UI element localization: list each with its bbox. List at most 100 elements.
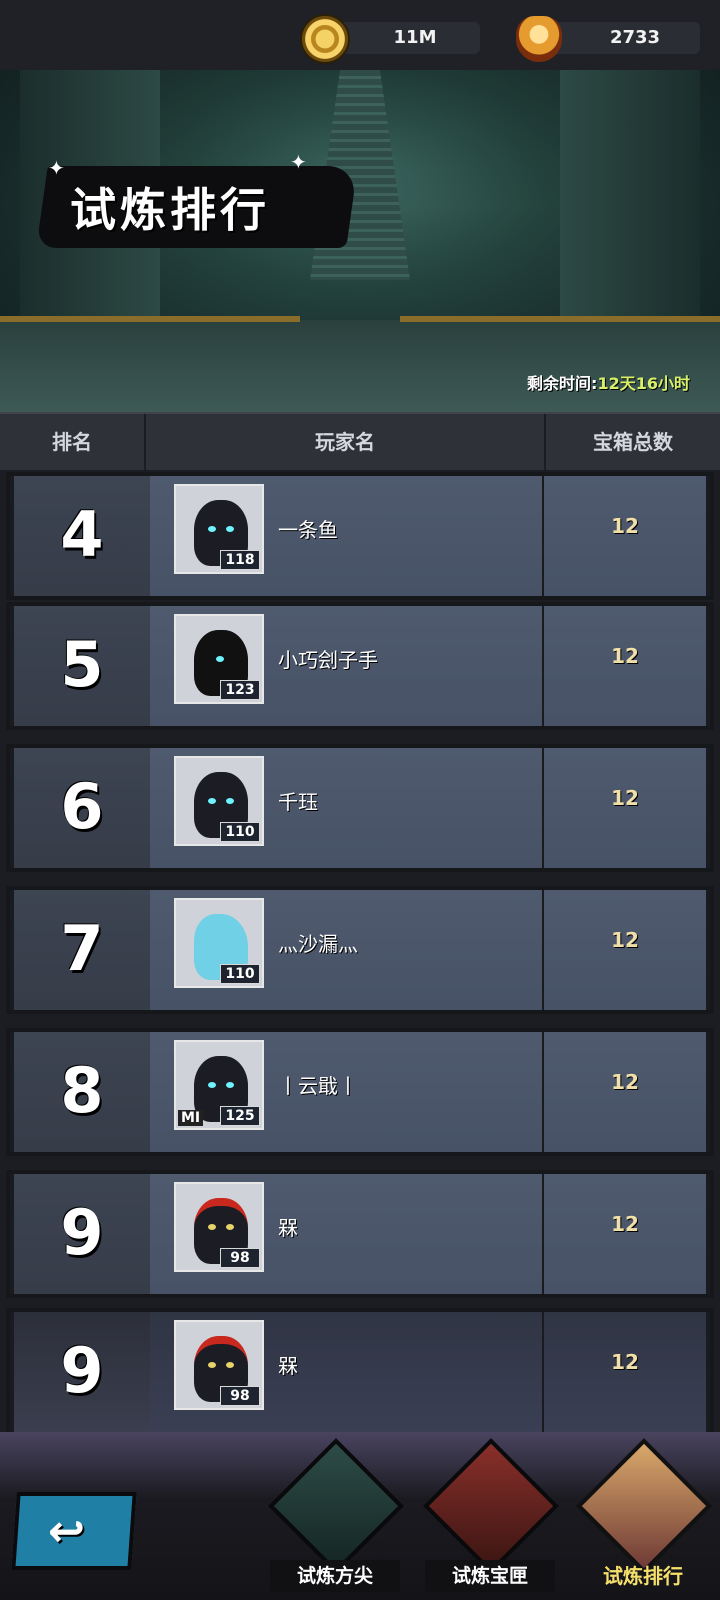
eye-icon bbox=[208, 1362, 216, 1368]
tab-trial-ranking[interactable]: 试炼排行 bbox=[576, 1438, 712, 1598]
eye-icon bbox=[226, 526, 234, 532]
chest-cell: 12 bbox=[544, 890, 706, 1010]
rank-cell: 4 bbox=[14, 476, 150, 596]
player-cell: 110 灬沙漏灬 bbox=[150, 890, 542, 1010]
rank-cell: 9 bbox=[14, 1312, 150, 1432]
player-avatar[interactable]: 123 bbox=[174, 614, 264, 704]
gold-coin-icon bbox=[300, 14, 350, 64]
player-level: 110 bbox=[220, 822, 260, 842]
header-rank: 排名 bbox=[0, 414, 146, 470]
tab-trial-obelisk[interactable]: 试炼方尖 bbox=[268, 1438, 404, 1598]
player-avatar[interactable]: 110 bbox=[174, 898, 264, 988]
player-cell: 110 千珏 bbox=[150, 748, 542, 868]
player-name: 千珏 bbox=[278, 790, 318, 814]
eye-icon bbox=[226, 1082, 234, 1088]
tab-label: 试炼宝匣 bbox=[425, 1560, 555, 1592]
player-cell: 98 槑 bbox=[150, 1312, 542, 1432]
rank-cell: 5 bbox=[14, 606, 150, 726]
rank-number: 8 bbox=[60, 1054, 104, 1127]
tab-trial-chest[interactable]: 试炼宝匣 bbox=[423, 1438, 559, 1598]
chest-count: 12 bbox=[611, 928, 639, 952]
treasure-chest-icon bbox=[423, 1438, 559, 1574]
player-cell: 98 槑 bbox=[150, 1174, 542, 1294]
table-row[interactable]: 6 110 千珏 12 bbox=[6, 744, 714, 872]
gold-trim bbox=[0, 316, 300, 322]
back-arrow-icon: ↩ bbox=[46, 1506, 87, 1557]
eye-icon bbox=[226, 798, 234, 804]
obelisk-icon bbox=[268, 1438, 404, 1574]
player-avatar[interactable]: 118 bbox=[174, 484, 264, 574]
header-chest-total: 宝箱总数 bbox=[593, 430, 673, 454]
throne-icon bbox=[576, 1438, 712, 1574]
player-level: 98 bbox=[220, 1386, 260, 1406]
back-button[interactable]: ↩ bbox=[11, 1492, 137, 1570]
player-level: 125 bbox=[220, 1106, 260, 1126]
trial-banner: 试炼排行 ✦ ✦ 剩余时间:12天16小时 bbox=[0, 70, 720, 412]
trophy-icon bbox=[516, 16, 562, 62]
trophy-counter[interactable]: 2733 bbox=[540, 22, 700, 54]
chest-cell: 12 bbox=[544, 1312, 706, 1432]
remaining-time-label: 剩余时间: bbox=[527, 374, 598, 393]
player-name: 一条鱼 bbox=[278, 518, 338, 542]
tab-label: 试炼排行 bbox=[603, 1564, 683, 1588]
eye-icon bbox=[216, 656, 224, 662]
rank-number: 5 bbox=[60, 628, 104, 701]
remaining-time-value: 12天16小时 bbox=[597, 374, 690, 393]
player-name: 丨云戢丨 bbox=[278, 1074, 358, 1098]
player-level: 118 bbox=[220, 550, 260, 570]
table-row[interactable]: 9 98 槑 12 bbox=[6, 1170, 714, 1298]
table-row[interactable]: 8 MI 125 丨云戢丨 12 bbox=[6, 1028, 714, 1156]
resource-bar: 11M 2733 bbox=[0, 0, 720, 72]
table-row[interactable]: 7 110 灬沙漏灬 12 bbox=[6, 886, 714, 1014]
chest-count: 12 bbox=[611, 644, 639, 668]
page-title: 试炼排行 bbox=[70, 183, 270, 237]
player-avatar[interactable]: MI 125 bbox=[174, 1040, 264, 1130]
eye-icon bbox=[208, 1224, 216, 1230]
rank-cell: 9 bbox=[14, 1174, 150, 1294]
rank-number: 6 bbox=[60, 770, 104, 843]
rank-number: 9 bbox=[60, 1334, 104, 1407]
chest-count: 12 bbox=[611, 1070, 639, 1094]
player-name: 小巧刽子手 bbox=[278, 648, 378, 672]
player-avatar[interactable]: 110 bbox=[174, 756, 264, 846]
rank-cell: 6 bbox=[14, 748, 150, 868]
chest-cell: 12 bbox=[544, 748, 706, 868]
eye-icon bbox=[208, 1082, 216, 1088]
table-row[interactable]: 4 118 一条鱼 12 bbox=[6, 472, 714, 600]
player-name: 槑 bbox=[278, 1216, 298, 1240]
player-name: 灬沙漏灬 bbox=[278, 932, 358, 956]
player-avatar[interactable]: 98 bbox=[174, 1182, 264, 1272]
gold-trim bbox=[400, 316, 720, 322]
eye-icon bbox=[208, 526, 216, 532]
sparkle-icon: ✦ bbox=[48, 156, 65, 180]
rank-number: 9 bbox=[60, 1196, 104, 1269]
chest-cell: 12 bbox=[544, 606, 706, 726]
player-cell: 123 小巧刽子手 bbox=[150, 606, 542, 726]
chest-cell: 12 bbox=[544, 476, 706, 596]
tab-label: 试炼方尖 bbox=[270, 1560, 400, 1592]
table-row[interactable]: 5 123 小巧刽子手 12 bbox=[6, 602, 714, 730]
rank-cell: 7 bbox=[14, 890, 150, 1010]
player-cell: MI 125 丨云戢丨 bbox=[150, 1032, 542, 1152]
player-name: 槑 bbox=[278, 1354, 298, 1378]
trophy-value: 2733 bbox=[609, 27, 661, 48]
eye-icon bbox=[226, 1224, 234, 1230]
chest-count: 12 bbox=[611, 786, 639, 810]
player-level: 110 bbox=[220, 964, 260, 984]
eye-icon bbox=[226, 1362, 234, 1368]
gold-value: 11M bbox=[393, 27, 437, 48]
rank-cell: 8 bbox=[14, 1032, 150, 1152]
header-player-name: 玩家名 bbox=[146, 414, 546, 470]
rank-number: 4 bbox=[60, 498, 104, 571]
remaining-time: 剩余时间:12天16小时 bbox=[527, 370, 690, 394]
chest-cell: 12 bbox=[544, 1032, 706, 1152]
ranking-list[interactable]: 4 118 一条鱼 12 5 123 小巧刽子手 12 6 110 千珏 12 … bbox=[0, 472, 720, 1432]
chest-count: 12 bbox=[611, 514, 639, 538]
eye-icon bbox=[208, 798, 216, 804]
ranking-table-header: 排名 玩家名 宝箱总数 bbox=[0, 412, 720, 470]
chest-cell: 12 bbox=[544, 1174, 706, 1294]
chest-count: 12 bbox=[611, 1212, 639, 1236]
player-avatar[interactable]: 98 bbox=[174, 1320, 264, 1410]
player-cell: 118 一条鱼 bbox=[150, 476, 542, 596]
table-row-self[interactable]: 9 98 槑 12 bbox=[6, 1308, 714, 1432]
